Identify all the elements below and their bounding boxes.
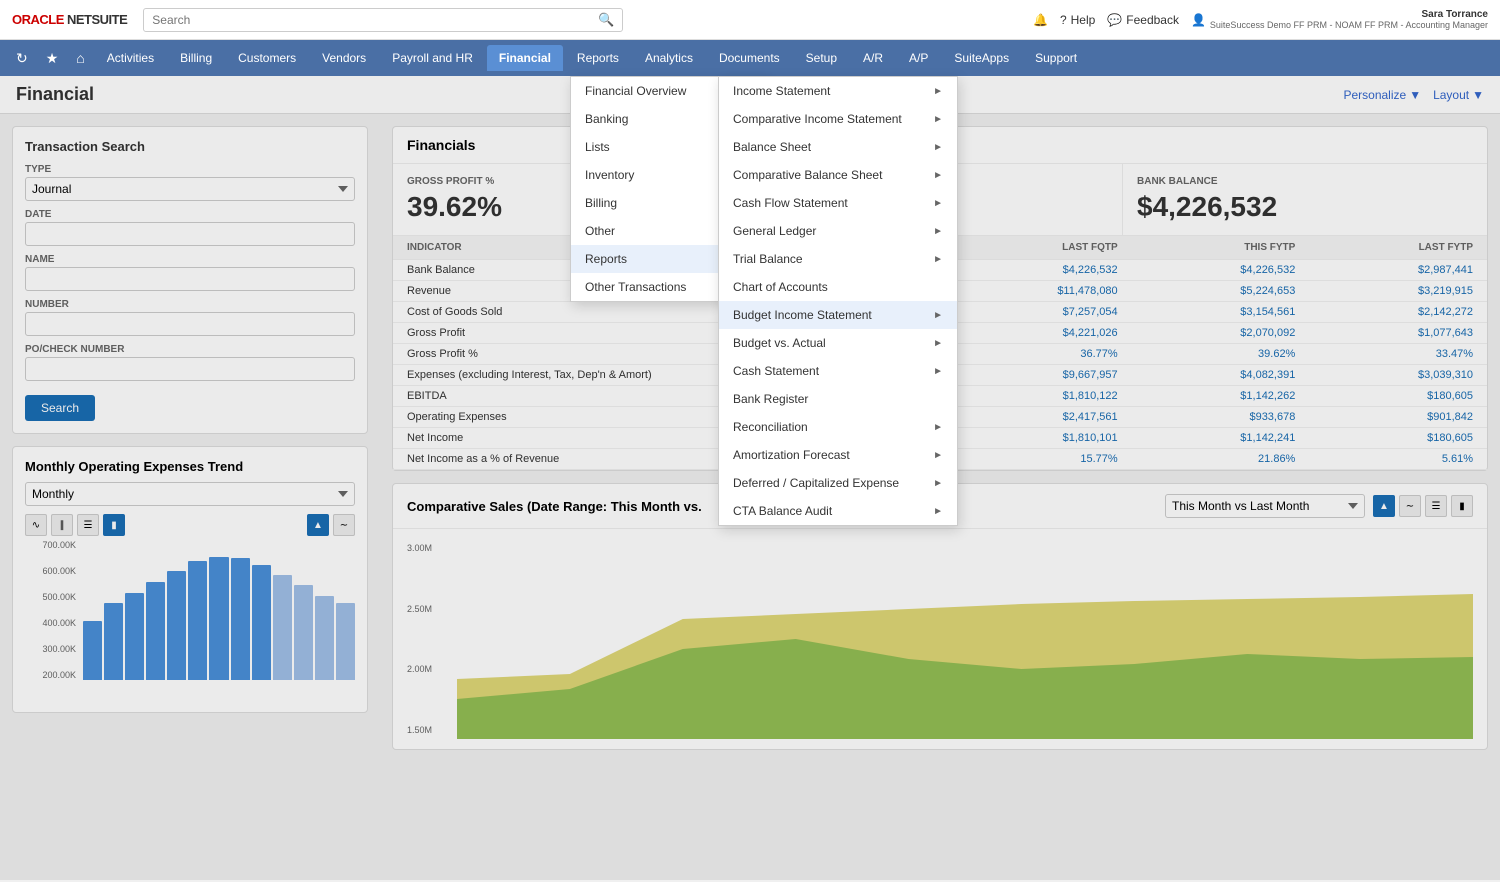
top-right-area: 🔔 ? Help 💬 Feedback 👤 Sara Torrance Suit… [1033, 9, 1488, 30]
nav-bar: ↻ ★ ⌂ Activities Billing Customers Vendo… [0, 40, 1500, 76]
dd-chart-of-accounts[interactable]: Chart of Accounts [719, 273, 957, 301]
nav-financial[interactable]: Financial [487, 45, 563, 71]
nav-ap[interactable]: A/P [897, 45, 940, 71]
search-icon: 🔍 [598, 12, 614, 28]
user-info: Sara Torrance SuiteSuccess Demo FF PRM -… [1210, 9, 1488, 30]
dd-budget-income-statement[interactable]: Budget Income Statement ► [719, 301, 957, 329]
search-input[interactable] [152, 13, 598, 27]
nav-reports[interactable]: Reports [565, 45, 631, 71]
dd-reconciliation[interactable]: Reconciliation ► [719, 413, 957, 441]
dd-deferred[interactable]: Deferred / Capitalized Expense ► [719, 469, 957, 497]
dd-cash-flow[interactable]: Cash Flow Statement ► [719, 189, 957, 217]
nav-ar[interactable]: A/R [851, 45, 895, 71]
favorites-icon[interactable]: ★ [38, 44, 67, 73]
nav-vendors[interactable]: Vendors [310, 45, 378, 71]
nav-activities[interactable]: Activities [95, 45, 166, 71]
nav-customers[interactable]: Customers [226, 45, 308, 71]
dd-income-statement[interactable]: Income Statement ► [719, 77, 957, 105]
nav-payroll[interactable]: Payroll and HR [380, 45, 485, 71]
user-icon: 👤 [1191, 13, 1206, 27]
top-bar: ORACLE NETSUITE 🔍 🔔 ? Help 💬 Feedback 👤 … [0, 0, 1500, 40]
dd-budget-vs-actual[interactable]: Budget vs. Actual ► [719, 329, 957, 357]
dd-amortization[interactable]: Amortization Forecast ► [719, 441, 957, 469]
nav-setup[interactable]: Setup [794, 45, 849, 71]
feedback-icon: 💬 [1107, 13, 1122, 27]
user-menu-button[interactable]: 👤 Sara Torrance SuiteSuccess Demo FF PRM… [1191, 9, 1488, 30]
dd-cash-statement[interactable]: Cash Statement ► [719, 357, 957, 385]
dd-balance-sheet[interactable]: Balance Sheet ► [719, 133, 957, 161]
dd-bank-register[interactable]: Bank Register [719, 385, 957, 413]
help-button[interactable]: ? Help [1060, 13, 1095, 27]
home-icon[interactable]: ⌂ [68, 44, 92, 72]
help-icon: ? [1060, 13, 1067, 27]
search-box[interactable]: 🔍 [143, 8, 623, 32]
dd-cta-balance[interactable]: CTA Balance Audit ► [719, 497, 957, 525]
dd-comparative-balance[interactable]: Comparative Balance Sheet ► [719, 161, 957, 189]
nav-suiteapps[interactable]: SuiteApps [942, 45, 1021, 71]
nav-support[interactable]: Support [1023, 45, 1089, 71]
dd-general-ledger[interactable]: General Ledger ► [719, 217, 957, 245]
notifications-button[interactable]: 🔔 [1033, 13, 1048, 27]
app-logo: ORACLE NETSUITE [12, 12, 127, 27]
nav-billing[interactable]: Billing [168, 45, 224, 71]
dd-trial-balance[interactable]: Trial Balance ► [719, 245, 957, 273]
nav-documents[interactable]: Documents [707, 45, 792, 71]
nav-analytics[interactable]: Analytics [633, 45, 705, 71]
feedback-button[interactable]: 💬 Feedback [1107, 13, 1179, 27]
financial-dropdown-l2: Income Statement ► Comparative Income St… [718, 76, 958, 526]
dd-comparative-income[interactable]: Comparative Income Statement ► [719, 105, 957, 133]
history-icon[interactable]: ↻ [8, 44, 36, 73]
